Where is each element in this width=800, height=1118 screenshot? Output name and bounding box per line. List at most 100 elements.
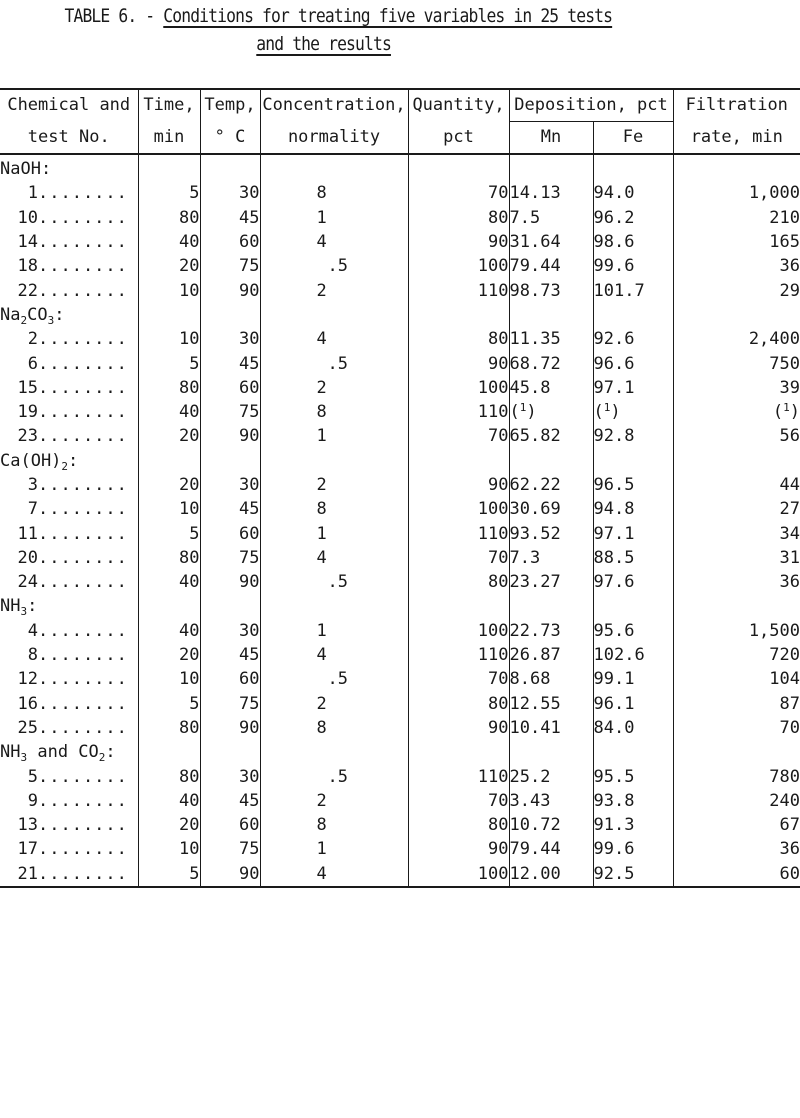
fe-deposition-cell: 94.8 [592,497,673,522]
quantity-cell: 70 [407,788,509,814]
time-cell: 10 [137,497,200,522]
test-number-cell: 5........ [0,764,138,788]
filtration-rate-cell: 720 [672,642,800,668]
empty-cell [137,740,200,765]
mn-deposition-cell: 7.3 [508,545,593,571]
fe-deposition-cell: 99.6 [592,837,673,862]
temp-cell: 60 [199,229,260,255]
filtration-rate-cell: 31 [672,545,800,571]
mn-deposition-cell: 30.69 [508,497,593,522]
empty-cell [592,594,673,619]
mn-deposition-cell: 23.27 [508,570,593,595]
filtration-rate-cell: 1,500 [672,618,800,643]
filtration-rate-cell: 67 [672,813,800,838]
table-row: 8........ 20 45 4 110 26.87 102.6 720 [0,642,800,668]
header-concentration-unit: normality [259,121,408,155]
time-cell: 80 [137,545,200,571]
leader-dots: ........ [38,669,128,690]
table-row: 12........ 10 60.5 70 8.68 99.1 104 [0,667,800,692]
concentration-cell: 8 [259,399,408,425]
test-number-cell: 1........ [0,181,138,205]
header-filtration: Filtration [672,88,800,122]
group-label: Ca(OH)2: [0,450,79,473]
time-cell: 20 [137,472,200,498]
empty-cell [592,740,673,765]
temp-cell: 75 [199,254,260,279]
mn-deposition-cell: 65.82 [508,424,593,449]
filtration-rate-cell: 240 [672,788,800,814]
filtration-rate-cell: 1,000 [672,181,800,206]
quantity-cell: 80 [407,205,509,230]
leader-dots: ........ [38,377,128,398]
results-table: Chemical and Time, Temp, Concentration, … [0,88,800,888]
header-chemical-sub: test No. [0,121,138,155]
header-quantity-unit: pct [407,121,509,155]
leader-dots: ........ [38,523,128,544]
quantity-cell: 110 [407,764,509,789]
mn-deposition-cell: 12.55 [508,691,593,716]
time-cell: 20 [137,424,200,449]
test-number-cell: 7........ [0,497,138,521]
group-label: Na2CO3: [0,304,65,327]
fe-deposition-cell: 102.6 [592,642,673,668]
concentration-cell: 2 [259,472,408,498]
time-cell: 10 [137,667,200,692]
filtration-rate-cell: 44 [672,472,800,498]
test-number: 14 [17,232,38,253]
temp-cell: 75 [199,837,260,862]
test-number: 11 [17,523,38,544]
empty-cell [199,302,260,328]
concentration-cell: 4 [259,545,408,571]
test-number: 25 [17,717,38,738]
temp-cell: 45 [199,788,260,814]
test-number-cell: 15........ [0,376,138,400]
group-header-row: NaOH: [0,154,800,182]
time-cell: 5 [137,691,200,716]
filtration-rate-cell: 70 [672,715,800,741]
leader-dots: ........ [38,766,128,787]
time-cell: 40 [137,788,200,814]
fe-deposition-cell: 96.1 [592,691,673,716]
subscript: 2 [20,313,28,327]
header-concentration: Concentration, [259,88,408,122]
mn-deposition-cell: 11.35 [508,327,593,352]
filtration-rate-cell: (1) [672,399,800,425]
table-row: 16........ 5 75 2 80 12.55 96.1 87 [0,691,800,716]
empty-cell [199,594,260,619]
test-number-cell: 23........ [0,424,138,448]
concentration-cell: .5 [259,570,408,595]
temp-cell: 90 [199,424,260,449]
table-header: Chemical and Time, Temp, Concentration, … [0,88,800,155]
filtration-rate-cell: 2,400 [672,327,800,352]
concentration-cell: .5 [259,667,408,692]
table-row: 23........ 20 90 1 70 65.82 92.8 56 [0,424,800,449]
leader-dots: ........ [38,475,128,495]
quantity-cell: 100 [407,254,509,279]
fe-deposition-cell: 97.6 [592,570,673,595]
fe-deposition-cell: 92.6 [592,327,673,352]
temp-cell: 30 [199,472,260,498]
quantity-cell: 110 [407,278,509,303]
time-cell: 80 [137,764,200,789]
header-temp-unit: ° C [199,121,260,155]
header-mn: Mn [508,121,593,155]
empty-cell [259,594,408,619]
mn-deposition-cell: 8.68 [508,667,593,692]
filtration-rate-cell: 750 [672,351,800,376]
temp-cell: 60 [199,521,260,546]
table-row: 13........ 20 60 8 80 10.72 91.3 67 [0,813,800,838]
leader-dots: ........ [38,547,128,568]
test-number-cell: 10........ [0,206,138,230]
filtration-rate-cell: 60 [672,861,800,888]
quantity-cell: 100 [407,861,509,888]
fe-deposition-cell: 97.1 [592,521,673,546]
empty-cell [407,594,509,619]
concentration-cell: .5 [259,351,408,376]
concentration-cell: .5 [259,764,408,789]
time-cell: 5 [137,351,200,376]
test-number: 21 [17,863,38,884]
temp-cell: 90 [199,570,260,595]
subscript: 2 [98,751,106,765]
filtration-rate-cell: 34 [672,521,800,546]
leader-dots: ........ [38,256,128,277]
